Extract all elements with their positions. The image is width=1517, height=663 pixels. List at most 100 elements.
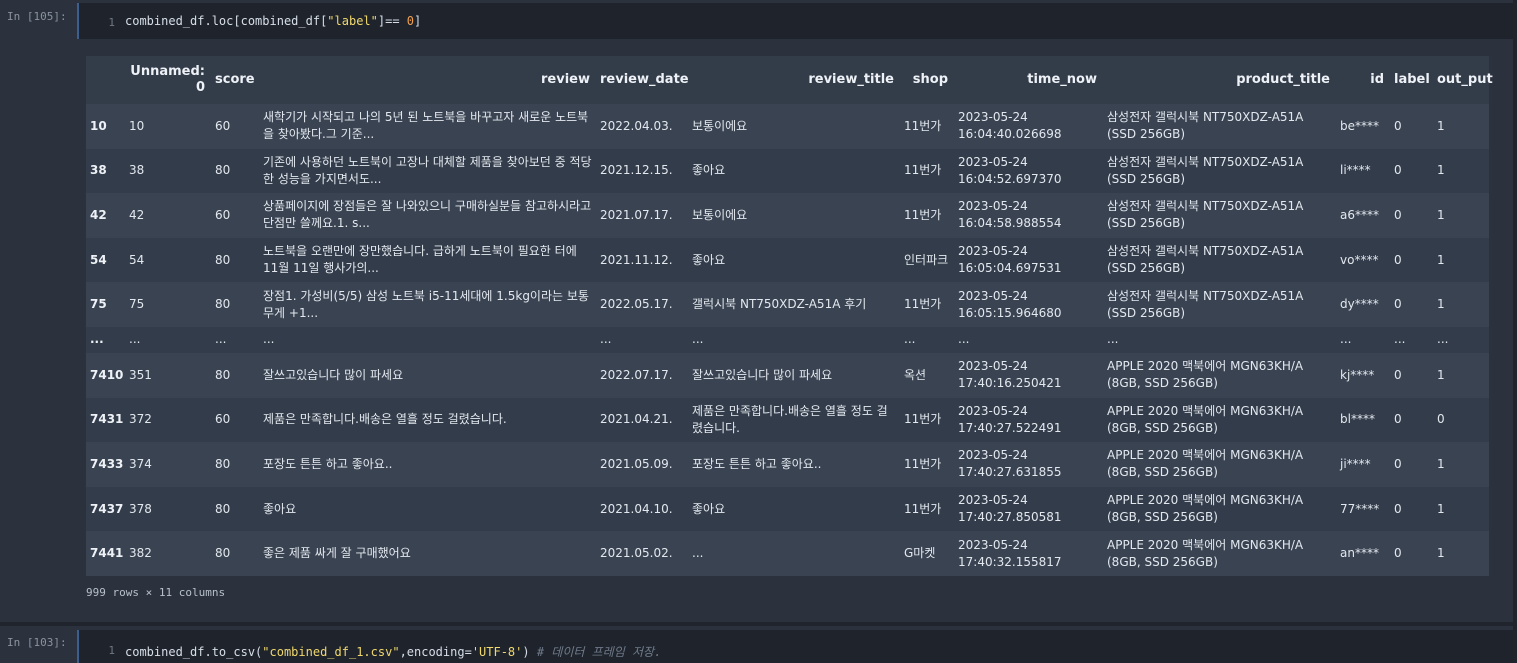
table-cell: 삼성전자 갤럭시북 NT750XDZ-A51A (SSD 256GB) bbox=[1107, 244, 1304, 276]
column-header[interactable]: out_put bbox=[1433, 56, 1493, 104]
table-header-row: Unnamed: 0 score review review_date review_t… bbox=[86, 56, 1493, 104]
code-line[interactable]: combined_df.loc[combined_df["label"]== 0… bbox=[125, 14, 421, 28]
code-input[interactable]: 1 combined_df.to_csv("combined_df_1.csv"… bbox=[77, 630, 1513, 663]
column-header[interactable]: review bbox=[259, 56, 596, 104]
table-cell: 10 bbox=[129, 118, 145, 133]
code-line[interactable]: combined_df.to_csv("combined_df_1.csv",e… bbox=[125, 643, 661, 660]
table-cell: 60 bbox=[215, 207, 231, 222]
row-index: 7437 bbox=[90, 501, 124, 516]
table-cell: ... bbox=[1394, 332, 1406, 347]
table-cell: 2023-05-24 17:40:32.155817 bbox=[958, 537, 1062, 569]
row-index: 7433 bbox=[90, 456, 124, 471]
table-cell: 0 bbox=[1394, 163, 1402, 178]
row-index: 7431 bbox=[90, 412, 124, 427]
table-cell: ... bbox=[600, 332, 612, 347]
table-row: 7410 351 80 잘쓰고있습니다 많이 파세요 2022.07.17. 잘쓰고있습니… bbox=[86, 352, 1489, 398]
table-cell: 0 bbox=[1394, 118, 1402, 133]
table-cell: 0 bbox=[1437, 412, 1445, 427]
row-index: 54 bbox=[90, 252, 107, 267]
column-header[interactable]: time_now bbox=[954, 56, 1103, 104]
table-cell: 80 bbox=[215, 163, 231, 178]
table-cell: kj**** bbox=[1340, 367, 1375, 382]
table-cell: 2023-05-24 16:05:15.964680 bbox=[958, 288, 1062, 320]
table-cell: 38 bbox=[129, 163, 145, 178]
table-cell: 새학기가 시작되고 나의 5년 된 노트북을 바꾸고자 새로운 노트북을 찾아봤… bbox=[263, 110, 589, 142]
column-header[interactable] bbox=[86, 56, 125, 104]
table-cell: 1 bbox=[1437, 163, 1445, 178]
table-cell: 378 bbox=[129, 501, 152, 516]
table-cell: 1 bbox=[1437, 501, 1445, 516]
table-row: 42 42 60 상품페이지에 장점들은 잘 나와있으니 구매하실분들 참고하시라고 … bbox=[86, 193, 1489, 238]
row-index: 75 bbox=[90, 297, 107, 312]
table-cell: 좋아요 bbox=[692, 163, 726, 178]
table-cell: ... bbox=[958, 332, 970, 347]
table-cell: 장점1. 가성비(5/5) 삼성 노트북 i5-11세대에 1.5kg이라는 보… bbox=[263, 288, 589, 320]
code-token: combined_df.to_csv( bbox=[125, 645, 263, 659]
table-cell: 374 bbox=[129, 456, 152, 471]
table-cell: 80 bbox=[215, 252, 231, 267]
table-cell: 기존에 사용하던 노트북이 고장나 대체할 제품을 찾아보던 중 적당한 성능을… bbox=[263, 154, 592, 186]
notebook-cell-2[interactable]: In [103]: 1 combined_df.to_csv("combined… bbox=[0, 622, 1517, 663]
column-header[interactable]: score bbox=[211, 56, 259, 104]
table-cell: ... bbox=[129, 332, 141, 347]
table-cell: 54 bbox=[129, 252, 145, 267]
notebook-cell-1[interactable]: In [105]: 1 combined_df.loc[combined_df[… bbox=[0, 0, 1517, 622]
table-cell: 60 bbox=[215, 412, 231, 427]
cell-prompt: In [103]: bbox=[7, 636, 67, 649]
table-cell: 1 bbox=[1437, 252, 1445, 267]
table-cell: 옥션 bbox=[904, 367, 927, 382]
table-cell: 2023-05-24 16:04:58.988554 bbox=[958, 199, 1062, 231]
column-header[interactable]: shop bbox=[900, 56, 954, 104]
table-cell: 80 bbox=[215, 297, 231, 312]
table-cell: 0 bbox=[1394, 546, 1402, 561]
code-token: ) bbox=[522, 645, 537, 659]
table-cell: 2023-05-24 17:40:27.631855 bbox=[958, 448, 1062, 480]
column-header[interactable]: label bbox=[1390, 56, 1433, 104]
table-cell: 보통이에요 bbox=[692, 118, 748, 133]
table-cell: 좋아요 bbox=[263, 501, 297, 516]
table-cell: 포장도 튼튼 하고 좋아요.. bbox=[263, 456, 393, 471]
table-cell: 80 bbox=[215, 367, 231, 382]
table-row: .................................... bbox=[86, 326, 1489, 353]
column-header[interactable]: id bbox=[1336, 56, 1390, 104]
cell-prompt: In [105]: bbox=[7, 10, 67, 23]
code-token: ]== bbox=[377, 14, 407, 28]
table-summary: 999 rows × 11 columns bbox=[86, 586, 226, 599]
table-cell: ... bbox=[692, 546, 704, 561]
table-cell: 2023-05-24 16:04:52.697370 bbox=[958, 154, 1062, 186]
column-header[interactable]: Unnamed: 0 bbox=[125, 56, 211, 104]
table-cell: 갤럭시북 NT750XDZ-A51A 후기 bbox=[692, 297, 867, 312]
code-input[interactable]: 1 combined_df.loc[combined_df["label"]==… bbox=[77, 3, 1513, 39]
table-cell: 2021.12.15. bbox=[600, 163, 673, 178]
table-cell: 11번가 bbox=[904, 297, 942, 312]
table-cell: 1 bbox=[1437, 297, 1445, 312]
table-cell: 0 bbox=[1394, 501, 1402, 516]
code-token: ] bbox=[414, 14, 422, 28]
table-cell: 2023-05-24 17:40:27.522491 bbox=[958, 403, 1062, 435]
table-cell: 80 bbox=[215, 546, 231, 561]
table-cell: APPLE 2020 맥북에어 MGN63KH/A (8GB, SSD 256G… bbox=[1107, 493, 1304, 525]
table-cell: vo**** bbox=[1340, 252, 1379, 267]
table-cell: 2021.05.09. bbox=[600, 456, 673, 471]
table-cell: 372 bbox=[129, 412, 152, 427]
column-header[interactable]: review_title bbox=[688, 56, 900, 104]
dataframe-output: Unnamed: 0 score review review_date review_t… bbox=[86, 56, 1493, 576]
table-cell: 1 bbox=[1437, 207, 1445, 222]
table-cell: 삼성전자 갤럭시북 NT750XDZ-A51A (SSD 256GB) bbox=[1107, 110, 1304, 142]
table-cell: ... bbox=[263, 332, 275, 347]
column-header[interactable]: product_title bbox=[1103, 56, 1336, 104]
table-cell: 11번가 bbox=[904, 412, 942, 427]
table-cell: ... bbox=[1437, 332, 1449, 347]
table-cell: 11번가 bbox=[904, 118, 942, 133]
table-cell: 2023-05-24 17:40:16.250421 bbox=[958, 359, 1062, 391]
table-cell: 351 bbox=[129, 367, 152, 382]
row-index: 7410 bbox=[90, 367, 124, 382]
column-header[interactable]: review_date bbox=[596, 56, 689, 104]
code-token: combined_df.loc[combined_df[ bbox=[125, 14, 328, 28]
table-cell: APPLE 2020 맥북에어 MGN63KH/A (8GB, SSD 256G… bbox=[1107, 403, 1304, 435]
scrollbar[interactable] bbox=[1513, 0, 1517, 663]
table-cell: 2021.04.21. bbox=[600, 412, 673, 427]
table-cell: dy**** bbox=[1340, 297, 1379, 312]
table-cell: 0 bbox=[1394, 367, 1402, 382]
table-cell: APPLE 2020 맥북에어 MGN63KH/A (8GB, SSD 256G… bbox=[1107, 448, 1304, 480]
